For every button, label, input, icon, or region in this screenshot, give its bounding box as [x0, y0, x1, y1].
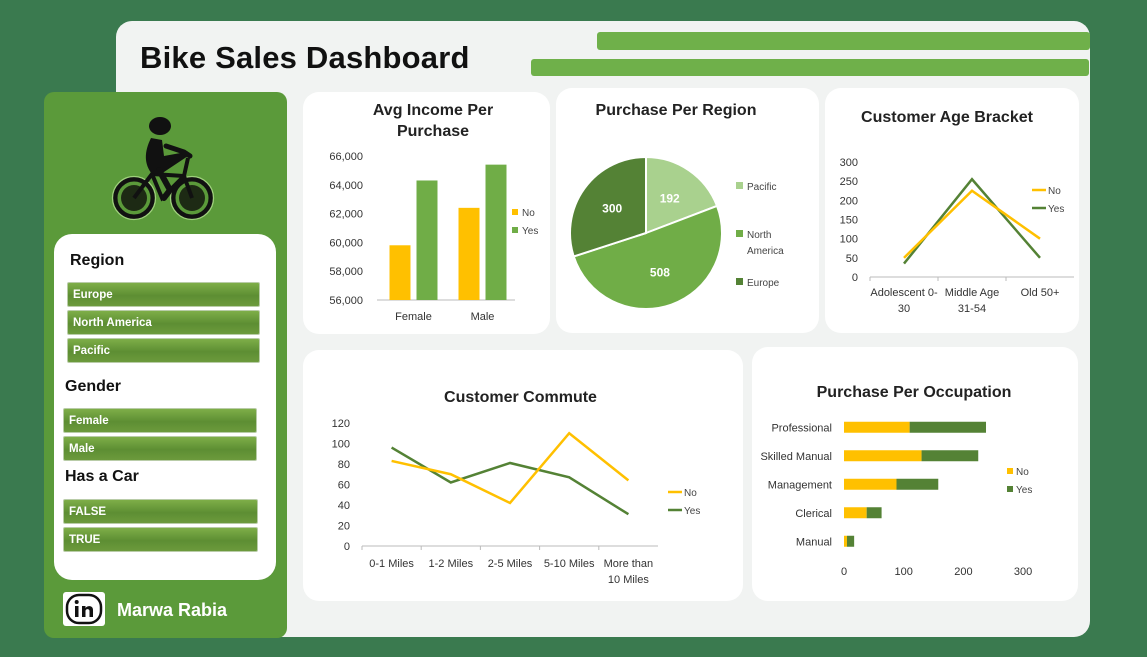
slicer-gender-female[interactable]: Female [63, 408, 257, 433]
slicer-car-true[interactable]: TRUE [63, 527, 258, 552]
linkedin-icon[interactable] [63, 592, 105, 626]
avg-income-title: Avg Income Per Purchase [372, 102, 494, 140]
age-card: Customer Age Bracket [825, 88, 1079, 333]
slicer-gender-male[interactable]: Male [63, 436, 257, 461]
page-title: Bike Sales Dashboard [140, 40, 470, 75]
slicer-region-north-america[interactable]: North America [67, 310, 260, 335]
occupation-card: Purchase Per Occupation [752, 347, 1078, 601]
age-chart-title: Customer Age Bracket [861, 109, 1033, 126]
car-slicer-title: Has a Car [65, 468, 139, 485]
avg-income-card: Avg Income Per Purchase [303, 92, 550, 334]
gender-slicer-title: Gender [65, 378, 122, 395]
decorative-bar [597, 32, 1090, 50]
author-name: Marwa Rabia [117, 600, 228, 620]
cyclist-icon [111, 117, 215, 221]
decorative-bar [531, 59, 1089, 76]
occupation-chart-title: Purchase Per Occupation [816, 384, 1012, 401]
region-card: Purchase Per Region [556, 88, 819, 333]
region-slicer-title: Region [70, 252, 125, 269]
slicer-region-europe[interactable]: Europe [67, 282, 260, 307]
slicer-region-pacific[interactable]: Pacific [67, 338, 260, 363]
slicer-car-false[interactable]: FALSE [63, 499, 258, 524]
commute-card: Customer Commute [303, 350, 743, 601]
region-chart-title: Purchase Per Region [595, 102, 757, 119]
commute-chart-title: Customer Commute [444, 389, 597, 406]
